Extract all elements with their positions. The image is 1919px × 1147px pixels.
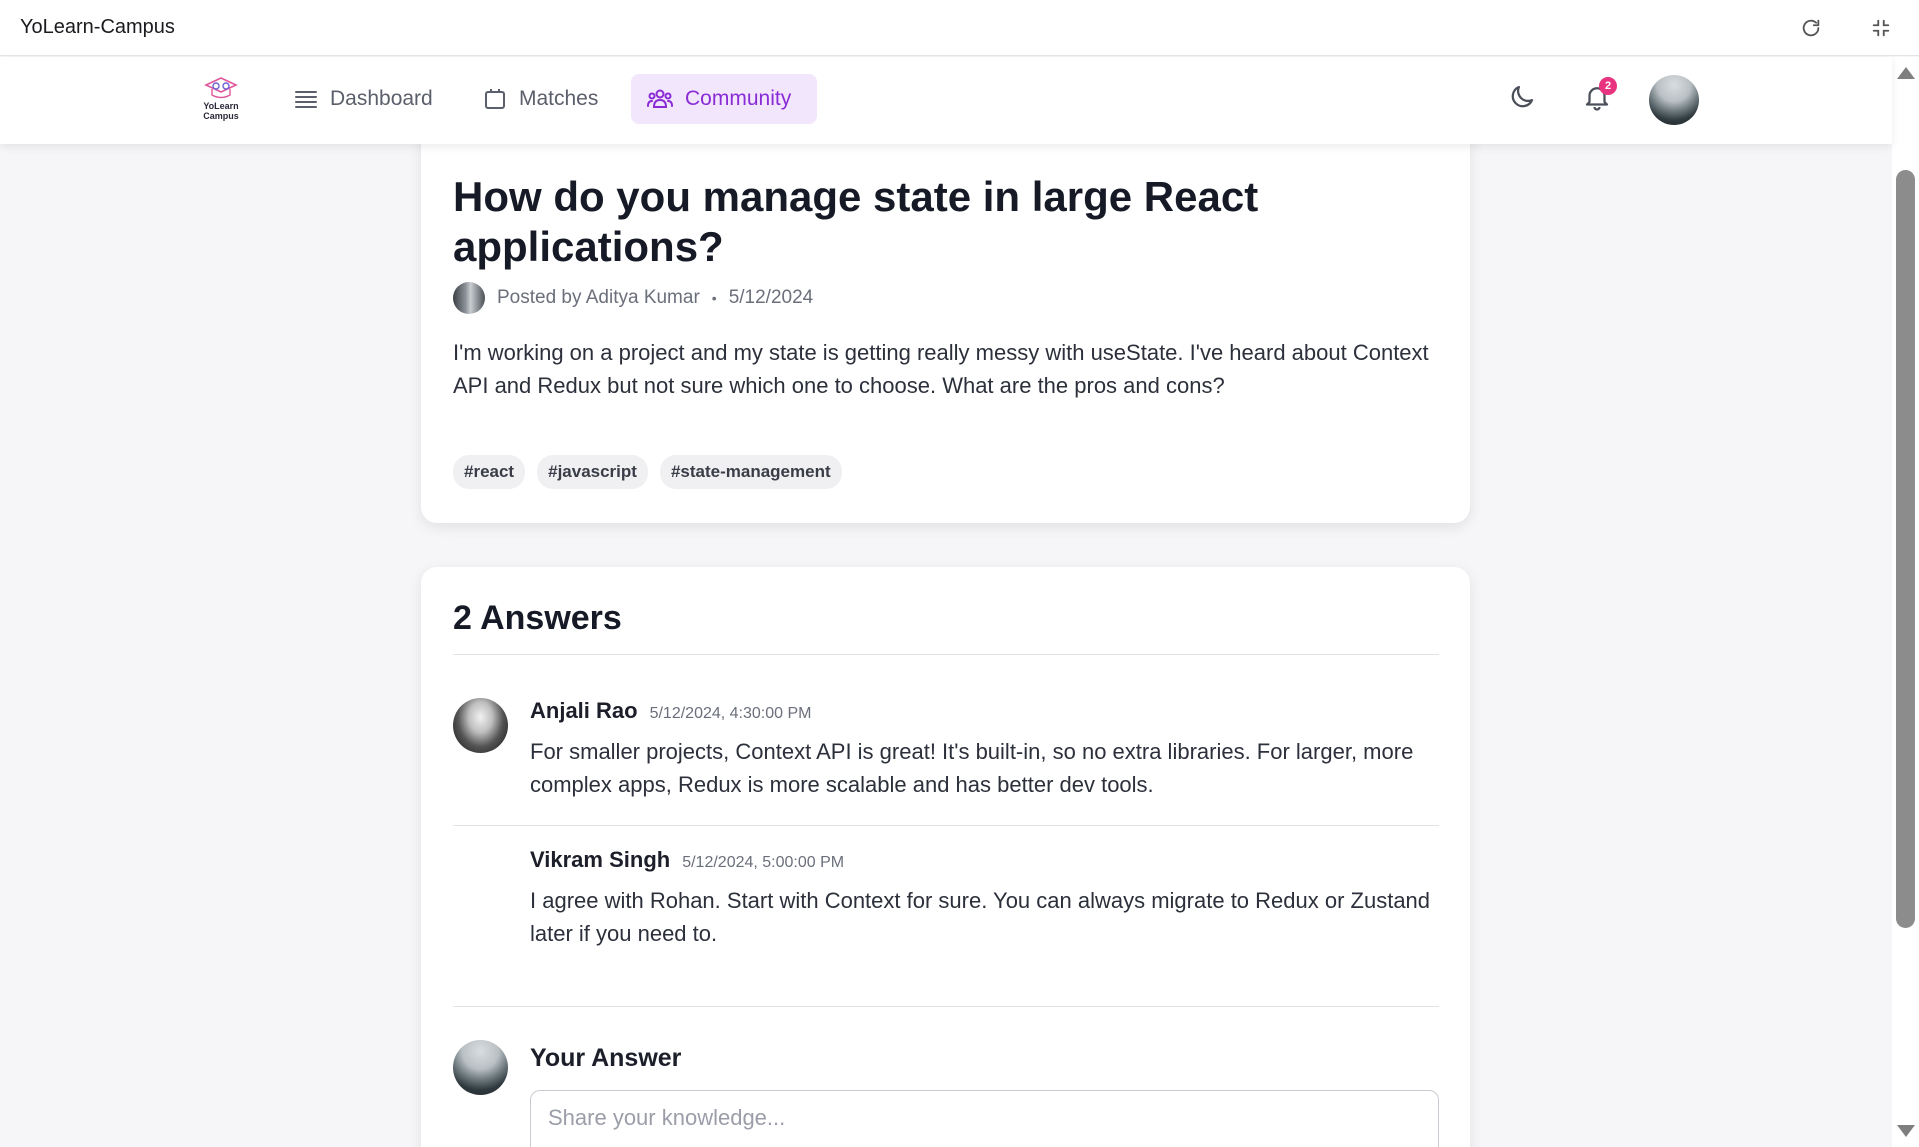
logo-text-line2: Campus xyxy=(203,111,239,121)
dark-mode-toggle[interactable] xyxy=(1500,75,1544,119)
nav-matches[interactable]: Matches xyxy=(467,74,614,124)
tag-javascript[interactable]: #javascript xyxy=(537,455,648,489)
answers-heading: 2 Answers xyxy=(453,599,622,637)
tag-state-management[interactable]: #state-management xyxy=(659,455,842,489)
meta-separator: • xyxy=(711,290,717,306)
scroll-down-arrow-icon[interactable] xyxy=(1897,1125,1915,1137)
question-date: 5/12/2024 xyxy=(728,287,814,308)
posted-by: Posted by Aditya Kumar xyxy=(497,287,700,308)
window-titlebar: YoLearn-Campus xyxy=(0,0,1919,56)
scroll-up-arrow-icon[interactable] xyxy=(1897,67,1915,79)
main-navbar: YoLearn Campus Dashboard Matches Communi… xyxy=(0,57,1892,144)
window-title: YoLearn-Campus xyxy=(20,16,175,38)
answer-author: Vikram Singh xyxy=(530,847,671,872)
answer-input[interactable] xyxy=(530,1090,1439,1147)
nav-dashboard[interactable]: Dashboard xyxy=(278,74,449,124)
answers-card: 2 Answers Anjali Rao 5/12/2024, 4:30:00 … xyxy=(421,567,1470,1147)
reload-icon[interactable] xyxy=(1793,10,1829,46)
answer-author-avatar xyxy=(453,698,508,753)
question-card: How do you manage state in large React a… xyxy=(421,110,1470,523)
yolearn-logo[interactable]: YoLearn Campus xyxy=(198,75,244,125)
window-controls xyxy=(1793,10,1899,46)
question-body: I'm working on a project and my state is… xyxy=(453,340,1429,398)
answer-text: I agree with Rohan. Start with Context f… xyxy=(530,888,1431,946)
calendar-icon xyxy=(485,89,505,109)
answer-header: Vikram Singh 5/12/2024, 5:00:00 PM xyxy=(530,847,844,873)
moon-icon xyxy=(1511,85,1534,108)
answer-item: Vikram Singh 5/12/2024, 5:00:00 PM I agr… xyxy=(453,847,1439,947)
graduation-cap-icon xyxy=(204,77,238,99)
tag-react[interactable]: #react xyxy=(453,455,526,489)
question-tags: #react #javascript #state-management xyxy=(453,455,842,489)
question-meta: Posted by Aditya Kumar • 5/12/2024 xyxy=(453,282,813,314)
notifications-button[interactable]: 2 xyxy=(1575,75,1619,119)
author-avatar xyxy=(453,282,485,314)
answer-timestamp: 5/12/2024, 4:30:00 PM xyxy=(649,705,812,722)
page-scrollbar[interactable] xyxy=(1892,57,1919,1147)
nav-community[interactable]: Community xyxy=(631,74,817,124)
scrollbar-thumb[interactable] xyxy=(1896,170,1915,928)
current-user-avatar xyxy=(453,1040,508,1095)
nav-matches-label: Matches xyxy=(519,87,599,110)
nav-dashboard-label: Dashboard xyxy=(330,87,433,110)
user-avatar[interactable] xyxy=(1649,75,1699,125)
answer-header: Anjali Rao 5/12/2024, 4:30:00 PM xyxy=(530,698,811,724)
your-answer-divider xyxy=(453,1006,1439,1007)
answers-divider xyxy=(453,654,1439,655)
answer-item: Anjali Rao 5/12/2024, 4:30:00 PM For sma… xyxy=(453,698,1439,798)
answer-divider xyxy=(453,825,1439,826)
users-icon xyxy=(647,89,673,108)
question-title: How do you manage state in large React a… xyxy=(453,173,1259,270)
your-answer-label: Your Answer xyxy=(530,1044,682,1072)
exit-fullscreen-icon[interactable] xyxy=(1863,10,1899,46)
answer-text: For smaller projects, Context API is gre… xyxy=(530,739,1414,797)
nav-community-label: Community xyxy=(685,87,792,110)
list-icon xyxy=(295,91,317,108)
logo-text-line1: YoLearn xyxy=(203,101,239,111)
answer-timestamp: 5/12/2024, 5:00:00 PM xyxy=(682,854,845,871)
answer-author: Anjali Rao xyxy=(530,698,638,723)
notification-badge: 2 xyxy=(1599,77,1617,95)
